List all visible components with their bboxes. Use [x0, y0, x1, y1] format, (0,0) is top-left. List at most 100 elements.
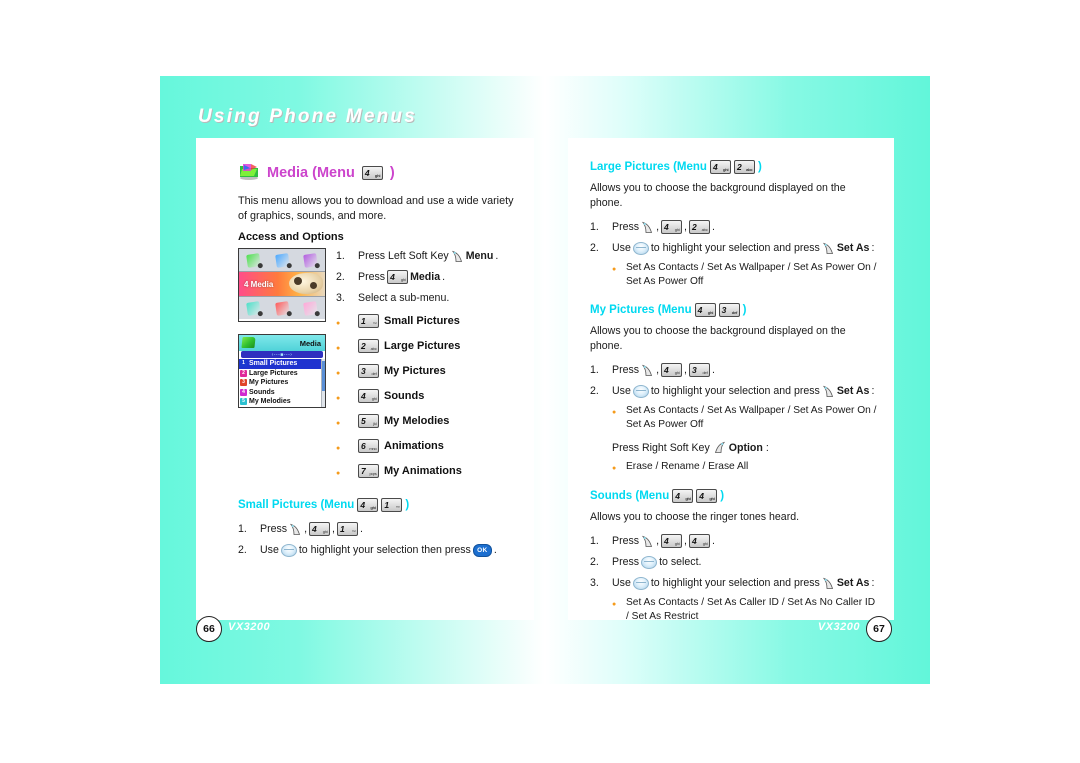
- manual-section: Sounds (Menu 4 ghi 4 ghi) Allows you to choos…: [590, 489, 880, 624]
- submenu-label: Small Pictures: [384, 315, 460, 327]
- intro-paragraph: This menu allows you to download and use…: [238, 195, 514, 222]
- key-digit: 7: [361, 466, 366, 476]
- submenu-item[interactable]: 1™ Small Pictures: [336, 312, 526, 330]
- emphasis-text: Set As: [836, 577, 870, 589]
- left-page: Media (Menu 4 ghi) This menu allows you to …: [196, 138, 534, 620]
- media-folder-icon: [238, 162, 260, 184]
- small-pictures-section: Small Pictures (Menu 4 ghi 1 ™) 1. Press, 4 ghi,…: [238, 498, 528, 563]
- key-digit: 1: [361, 316, 366, 326]
- menu-list-item[interactable]: 4 Sounds: [239, 388, 325, 398]
- access-steps-list: 1. Press Left Soft Key Menu. 2. Press 4 ghi Med…: [336, 248, 526, 487]
- navigation-key-icon: [632, 384, 649, 398]
- key-digit: 1: [340, 524, 345, 534]
- step-number: 1.: [336, 250, 345, 262]
- item-label: Sounds: [249, 388, 275, 396]
- section-heading: Small Pictures (Menu 4 ghi 1 ™): [238, 498, 528, 512]
- left-soft-key-icon: [641, 535, 654, 548]
- page-footer: 66 VX3200 VX3200 67: [160, 616, 930, 684]
- bullet-item: Erase / Rename / Erase All: [612, 460, 880, 475]
- menu-list-item[interactable]: 3 My Pictures: [239, 378, 325, 388]
- step-number: 1.: [590, 535, 599, 547]
- camera-icon: [239, 249, 268, 271]
- bullet-dot-icon: [336, 337, 358, 355]
- inline-text: Small Pictures (Menu: [238, 499, 355, 511]
- settings-icon: [296, 297, 325, 319]
- key-subtext: ghi: [674, 541, 680, 546]
- instruction-step: 1. Press Left Soft Key Menu.: [336, 248, 526, 264]
- key-subtext: def: [731, 310, 738, 315]
- section-body: Allows you to choose the background disp…: [590, 182, 846, 209]
- submenu-item[interactable]: 6mno Animations: [336, 437, 526, 455]
- bullet-dot-icon: [336, 437, 358, 455]
- key-subtext: ghi: [702, 541, 708, 546]
- menu-list-item[interactable]: 1 Small Pictures: [239, 359, 325, 369]
- left-soft-key-icon: [289, 523, 302, 536]
- model-name-left: VX3200: [228, 621, 271, 633]
- inline-text: ): [742, 304, 747, 316]
- inline-text: ,: [656, 364, 660, 376]
- key-subtext: ghi: [371, 396, 377, 401]
- section-heading: Sounds (Menu 4 ghi 4 ghi): [590, 489, 880, 503]
- inline-text: .: [495, 250, 499, 262]
- keypad-key-4: 4 ghi: [694, 303, 716, 317]
- section-heading: Large Pictures (Menu 4 ghi 2 abc): [590, 160, 880, 174]
- phone-screenshot-media-list: Media ‹---■---› 1 Small Pictures 2 Large Pict…: [238, 334, 326, 408]
- page-banner: Using Phone Menus: [160, 76, 930, 138]
- bullet-list: Set As Contacts / Set As Wallpaper / Set…: [612, 261, 880, 289]
- inline-text: .: [712, 535, 715, 547]
- menu-list-item[interactable]: 5 My Melodies: [239, 397, 325, 407]
- instruction-step: 1. Press, 4 ghi, 4 ghi.: [590, 533, 880, 549]
- inline-text: :: [765, 441, 769, 454]
- navigation-key-icon: [632, 241, 649, 255]
- key-digit: 6: [361, 441, 366, 451]
- submenu-label: Sounds: [384, 390, 425, 402]
- key-subtext: ghi: [709, 496, 715, 501]
- bullet-dot-icon: [336, 462, 358, 480]
- menu-list-item[interactable]: 2 Large Pictures: [239, 369, 325, 379]
- section-body: Allows you to choose the background disp…: [590, 325, 846, 352]
- inline-text: to select.: [659, 556, 702, 568]
- bullet-item: Set As Contacts / Set As Wallpaper / Set…: [612, 261, 880, 289]
- inline-text: ,: [304, 523, 308, 535]
- submenu-item[interactable]: 5 jkl My Melodies: [336, 412, 526, 430]
- key-subtext: ghi: [674, 370, 680, 375]
- decorative-graphic: [289, 273, 323, 294]
- key-digit: 4: [664, 536, 669, 546]
- emphasis-text: Set As: [836, 242, 870, 254]
- step-text: Press, 4 ghi, 1 ™.: [260, 521, 363, 537]
- key-digit: 4: [699, 491, 704, 501]
- right-soft-key-icon: [713, 441, 726, 454]
- media-menu-heading: Media (Menu 4 ghi): [238, 162, 395, 184]
- left-soft-key-icon: [822, 385, 835, 398]
- submenu-item[interactable]: 7pqrs My Animations: [336, 462, 526, 480]
- step-number: 3.: [590, 577, 599, 589]
- bullet-list: Erase / Rename / Erase All: [612, 460, 880, 475]
- section-heading: My Pictures (Menu 4 ghi 3 def): [590, 303, 880, 317]
- inline-text: .: [442, 271, 446, 283]
- left-soft-key-icon: [641, 364, 654, 377]
- keypad-key-3: 3 def: [689, 363, 710, 377]
- page-number-right: 67: [866, 616, 892, 642]
- submenu-item[interactable]: 3 def My Pictures: [336, 362, 526, 380]
- keypad-key-4: 4 ghi: [661, 534, 683, 548]
- scrollbar[interactable]: [321, 359, 325, 407]
- keypad-key-1: 1 ™: [358, 314, 379, 328]
- inline-text: ): [757, 161, 762, 173]
- submenu-item[interactable]: 4 ghi Sounds: [336, 387, 526, 405]
- inline-text: .: [712, 221, 715, 233]
- banner-title: Using Phone Menus: [198, 106, 417, 127]
- navigation-key-icon: [280, 543, 297, 557]
- step-number: 2.: [590, 242, 599, 254]
- item-label: My Pictures: [249, 379, 289, 387]
- phone-screenshot-main-menu: 4 Media: [238, 248, 326, 322]
- keypad-key-5: 5 jkl: [358, 414, 379, 428]
- inline-text: Use: [612, 242, 631, 254]
- submenu-item[interactable]: 2 abc Large Pictures: [336, 337, 526, 355]
- key-subtext: ghi: [400, 277, 406, 282]
- inline-text: Sounds (Menu: [590, 490, 670, 502]
- keypad-key-4: 4 ghi: [358, 389, 379, 403]
- key-digit: 4: [364, 168, 370, 178]
- keypad-key-4: 4 ghi: [661, 363, 683, 377]
- emphasis-text: Media: [410, 271, 441, 283]
- instruction-step: 1. Press, 4 ghi, 3 def.: [590, 362, 880, 378]
